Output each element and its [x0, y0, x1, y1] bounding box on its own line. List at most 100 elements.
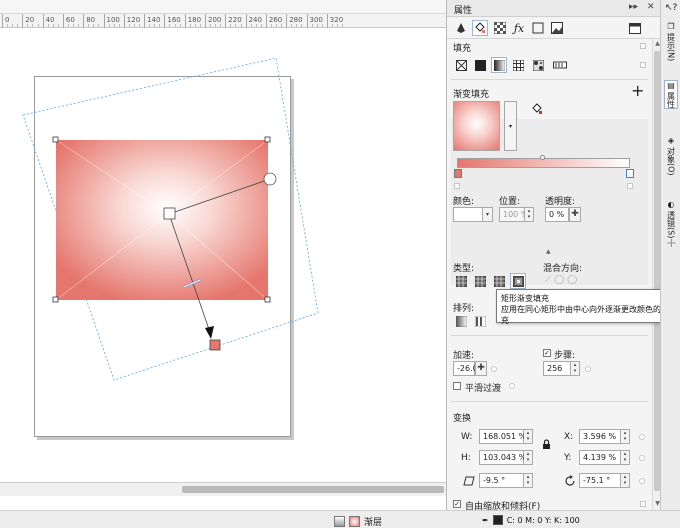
drawing-canvas[interactable]: 0 20 40 60 80 100 120 140 160 180 200 220 240 260 280 3… — [0, 0, 446, 528]
y-input[interactable]: 4.139 % — [579, 450, 621, 465]
outline-pen-icon[interactable] — [453, 20, 469, 36]
fountain-fill-icon[interactable] — [491, 57, 507, 73]
add-gradient-icon[interactable]: + — [631, 81, 644, 100]
skew-stepper[interactable]: ▴ ▾ — [524, 473, 533, 488]
status-color-readout: C: 0 M: 0 Y: K: 100 — [506, 515, 580, 525]
transparency-slider-icon[interactable]: ✚ — [569, 207, 581, 222]
uniform-fill-icon[interactable] — [472, 57, 488, 73]
y-option-dot[interactable] — [639, 455, 645, 461]
conical-gradient-type-icon[interactable] — [491, 273, 507, 289]
transparency-icon[interactable] — [492, 20, 508, 36]
lock-ratio-icon[interactable] — [538, 436, 554, 452]
selection-handle[interactable] — [264, 136, 271, 143]
transparency-input[interactable]: 0 % — [545, 207, 569, 222]
steps-input[interactable]: 256 — [543, 361, 571, 376]
gradient-rotate-handle[interactable] — [263, 172, 277, 186]
canvas-objects[interactable] — [0, 0, 446, 482]
bitmap-pattern-fill-icon[interactable] — [530, 57, 546, 73]
blend-direction-icons[interactable]: ⟋ ◯ ◯ — [545, 275, 577, 285]
free-scale-checkbox[interactable]: ✓ — [453, 500, 461, 508]
steps-checkbox[interactable]: ✓ — [543, 349, 551, 357]
gradient-arrowhead — [205, 326, 214, 339]
docker-tab-label: 属性 — [666, 92, 676, 108]
repeat-arrange-icon[interactable] — [472, 313, 488, 329]
acceleration-input[interactable]: -26.0 — [453, 361, 478, 376]
rectangular-gradient-type-icon[interactable] — [510, 273, 526, 289]
width-stepper[interactable]: ▴ ▾ — [524, 429, 533, 444]
acceleration-option-dot[interactable] — [491, 366, 497, 372]
objects-icon: ◈ — [667, 136, 675, 145]
blend-direction-label: 混合方向: — [543, 264, 583, 274]
steps-stepper[interactable]: ▴ ▾ — [571, 361, 580, 376]
gradient-center-handle[interactable] — [163, 207, 176, 220]
fill-picker-bucket-icon[interactable] — [529, 101, 545, 117]
collapse-chevron-icon[interactable]: ▲ — [546, 248, 551, 255]
postscript-fill-icon[interactable] — [550, 57, 570, 73]
smooth-option-dot[interactable] — [509, 383, 515, 389]
steps-option-dot[interactable] — [585, 366, 591, 372]
section-lock-checkbox[interactable] — [640, 43, 646, 49]
position-input[interactable]: 100 % — [499, 207, 528, 222]
selection-handle[interactable] — [52, 296, 59, 303]
hints-icon: ❐ — [667, 22, 675, 31]
smooth-blend-label: 平滑过渡 — [465, 384, 502, 394]
color-dropdown-arrow[interactable]: ▾ — [483, 207, 493, 222]
gradient-start-node[interactable] — [454, 169, 462, 178]
panel-titlebar: 属性 ▸▸ ✕ — [447, 0, 661, 17]
vector-pattern-fill-icon[interactable] — [510, 57, 526, 73]
status-fill-label: 渐层 — [364, 518, 383, 528]
rotate-option-dot[interactable] — [639, 478, 645, 484]
linear-gradient-type-icon[interactable] — [453, 273, 469, 289]
section-divider — [451, 79, 648, 80]
node-checkbox[interactable] — [454, 183, 460, 189]
gradient-midpoint-node[interactable] — [540, 155, 545, 160]
y-label: Y: — [564, 453, 572, 463]
position-stepper[interactable]: ▴ ▾ — [525, 207, 534, 222]
x-input[interactable]: 3.596 % — [579, 429, 621, 444]
width-input[interactable]: 168.051 % — [479, 429, 526, 444]
docker-tab-lens[interactable]: ◐ 透镜(S) — [664, 200, 678, 238]
horizontal-scrollbar[interactable] — [0, 482, 446, 496]
y-stepper[interactable]: ▴ ▾ — [621, 450, 630, 465]
docker-tab-label: 对象(O) — [666, 147, 676, 176]
bitmap-image-icon[interactable] — [549, 20, 565, 36]
docker-tab-properties[interactable]: ▤ 属性 — [664, 80, 678, 109]
status-bar: 渐层 ✒ C: 0 M: 0 Y: K: 100 — [0, 510, 680, 528]
rotate-stepper[interactable]: ▴ ▾ — [621, 473, 630, 488]
gradient-preview-swatch[interactable] — [453, 101, 500, 151]
panel-expand-icon[interactable]: ▸▸ — [629, 2, 638, 12]
x-option-dot[interactable] — [639, 434, 645, 440]
gradient-end-color-node[interactable] — [209, 339, 221, 351]
docker-tab-objects[interactable]: ◈ 对象(O) — [664, 136, 678, 176]
default-arrange-icon[interactable] — [453, 313, 469, 329]
free-scale-option-box[interactable] — [640, 501, 646, 507]
fill-options-checkbox[interactable] — [640, 62, 646, 68]
node-checkbox[interactable] — [627, 183, 633, 189]
window-icon[interactable] — [627, 20, 643, 36]
height-stepper[interactable]: ▴ ▾ — [524, 450, 533, 465]
horizontal-scrollbar-thumb[interactable] — [182, 486, 444, 493]
close-icon[interactable]: ✕ — [647, 2, 655, 12]
docker-tab-hints[interactable]: ❐ 提示(N) — [664, 22, 678, 61]
smooth-blend-checkbox[interactable] — [453, 382, 461, 390]
gradient-end-node[interactable] — [626, 169, 634, 178]
panel-body: 填充 渐变填充 + ▾ 颜色: 位置: 透明度: ▾ 100 % ▴ ▾ 0 %… — [447, 39, 652, 512]
add-docker-icon[interactable]: + — [666, 236, 677, 251]
elliptical-gradient-type-icon[interactable] — [472, 273, 488, 289]
gradient-preset-dropdown[interactable]: ▾ — [504, 101, 517, 151]
help-arrow-icon[interactable]: ↖? — [665, 3, 677, 13]
height-input[interactable]: 103.043 % — [479, 450, 526, 465]
frame-rectangle-icon[interactable] — [530, 20, 546, 36]
docker-tab-strip: ↖? ❐ 提示(N) ▤ 属性 ◈ 对象(O) ◐ 透镜(S) + — [660, 0, 680, 510]
fill-bucket-icon[interactable] — [472, 20, 488, 36]
x-stepper[interactable]: ▴ ▾ — [621, 429, 630, 444]
node-color-picker[interactable] — [453, 207, 483, 222]
selection-handle[interactable] — [264, 296, 271, 303]
acceleration-slider-icon[interactable]: ✚ — [475, 361, 487, 376]
selection-handle[interactable] — [52, 136, 59, 143]
steps-label: 步骤: — [554, 351, 576, 361]
no-fill-icon[interactable] — [453, 57, 469, 73]
skew-input[interactable]: -9.5 ° — [479, 473, 524, 488]
rotate-input[interactable]: -75.1 ° — [579, 473, 621, 488]
effects-fx-icon[interactable]: ƒx — [511, 20, 527, 36]
